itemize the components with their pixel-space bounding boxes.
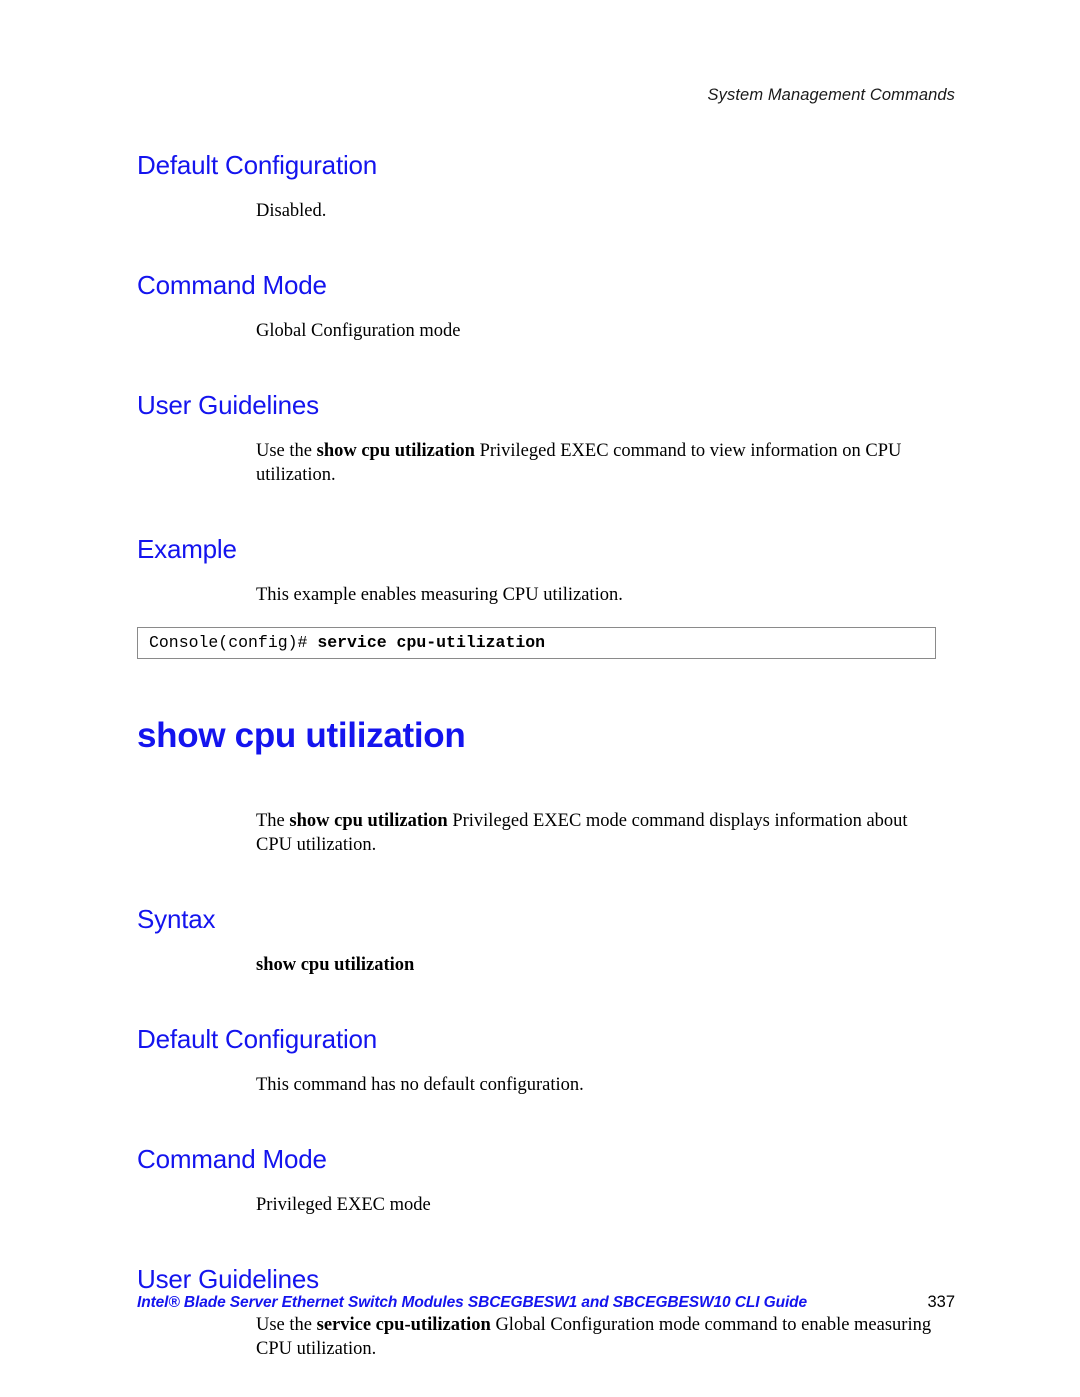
heading-user-guidelines-1: User Guidelines [137, 390, 319, 420]
body-command-description: The show cpu utilization Privileged EXEC… [256, 809, 947, 857]
heading-command-mode-2: Command Mode [137, 1144, 327, 1174]
heading-user-guidelines-2: User Guidelines [137, 1264, 319, 1294]
body-text-prefix: Use the [256, 1315, 317, 1335]
footer-guide-title: Intel® Blade Server Ethernet Switch Modu… [137, 1294, 808, 1311]
heading-syntax: Syntax [137, 904, 216, 934]
document-page: System Management Commands Default Confi… [0, 0, 1080, 1397]
inline-command-name: service cpu-utilization [316, 1315, 491, 1335]
inline-command-name: show cpu utilization [316, 441, 475, 461]
body-text-prefix: Use the [256, 441, 317, 461]
console-line: Console(config)# service cpu-utilization [149, 634, 545, 652]
body-default-configuration-1: Disabled. [256, 201, 327, 221]
page-footer: Intel® Blade Server Ethernet Switch Modu… [137, 1293, 955, 1312]
heading-default-configuration-2: Default Configuration [137, 1024, 378, 1054]
body-example-1: This example enables measuring CPU utili… [256, 585, 623, 605]
console-command: service cpu-utilization [317, 633, 546, 652]
body-default-configuration-2: This command has no default configuratio… [256, 1075, 584, 1095]
body-user-guidelines-1: Use the show cpu utilization Privileged … [256, 439, 947, 487]
body-syntax: show cpu utilization [256, 955, 415, 975]
command-page-title: show cpu utilization [137, 716, 466, 755]
heading-command-mode-1: Command Mode [137, 270, 327, 300]
body-command-mode-2: Privileged EXEC mode [256, 1195, 431, 1215]
body-user-guidelines-2: Use the service cpu-utilization Global C… [256, 1313, 947, 1361]
console-prompt: Console(config)# [149, 633, 318, 652]
console-example-box: Console(config)# service cpu-utilization [137, 627, 936, 659]
running-header: System Management Commands [707, 86, 955, 104]
heading-default-configuration-1: Default Configuration [137, 150, 378, 180]
footer-page-number: 337 [927, 1293, 955, 1311]
inline-command-name: show cpu utilization [289, 811, 448, 831]
body-text-prefix: The [256, 811, 290, 831]
page-content: Default Configuration Disabled. Command … [137, 150, 947, 1361]
body-command-mode-1: Global Configuration mode [256, 321, 461, 341]
heading-example-1: Example [137, 534, 237, 564]
